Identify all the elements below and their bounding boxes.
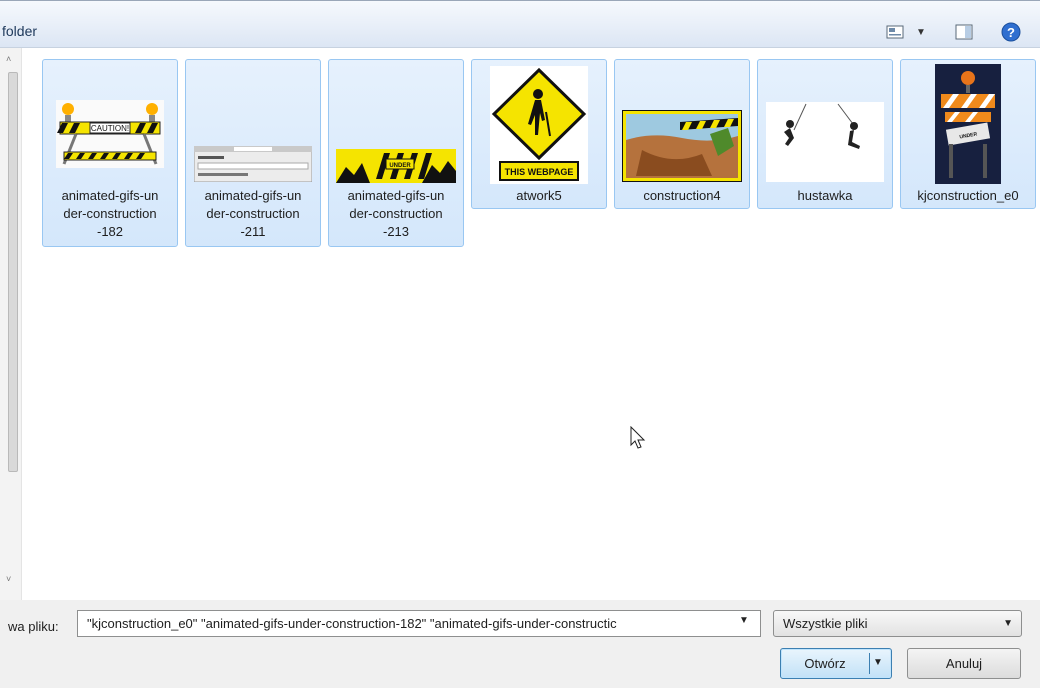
help-icon[interactable]: ?	[1000, 22, 1022, 42]
men-at-work-sign-icon: THIS WEBPAGE	[490, 66, 588, 184]
preview-pane-icon[interactable]	[954, 22, 974, 42]
file-name-line: der-construction	[349, 206, 443, 221]
file-item[interactable]: UNDER animated-gifs-un der-construction …	[328, 59, 464, 247]
svg-text:CAUTION!: CAUTION!	[91, 124, 129, 133]
file-name: animated-gifs-un der-construction -211	[188, 187, 318, 241]
scroll-down-mark: ˅	[6, 574, 12, 584]
file-item[interactable]: hustawka	[757, 59, 893, 209]
dialog-footer: wa pliku: "kjconstruction_e0" "animated-…	[0, 600, 1040, 688]
file-name-line: -182	[96, 224, 124, 239]
file-item[interactable]: CAUTION! animated-gifs-un der-constructi…	[42, 59, 178, 247]
toolbar: folder ▼ ?	[0, 0, 1040, 48]
file-grid: CAUTION! animated-gifs-un der-constructi…	[42, 59, 1040, 599]
svg-text:UNDER: UNDER	[389, 163, 411, 169]
svg-text:?: ?	[1007, 25, 1015, 40]
file-name-line: der-construction	[63, 206, 157, 221]
split-divider	[869, 653, 870, 674]
filename-label: wa pliku:	[8, 619, 59, 634]
chevron-down-icon: ▼	[1003, 618, 1013, 629]
dialog-screenshot-icon	[194, 146, 312, 182]
file-name: kjconstruction_e0	[917, 188, 1019, 203]
open-button[interactable]: Otwórz ▼	[780, 648, 892, 679]
swing-figures-icon	[766, 102, 884, 182]
navigation-pane-edge: ˄ ˅	[0, 48, 22, 600]
file-name: animated-gifs-un der-construction -213	[331, 187, 461, 241]
file-item[interactable]: UNDER kjconstruction_e0	[900, 59, 1036, 209]
file-type-select[interactable]: Wszystkie pliki ▼	[773, 610, 1022, 637]
file-type-value: Wszystkie pliki	[783, 616, 868, 631]
chevron-down-icon[interactable]: ▼	[914, 22, 928, 42]
folder-title: folder	[2, 23, 38, 39]
file-name: animated-gifs-un der-construction -182	[45, 187, 175, 241]
construction-site-icon	[622, 110, 742, 182]
scroll-up-mark: ˄	[6, 54, 12, 64]
caution-barrier-icon: CAUTION!	[56, 100, 164, 168]
file-name-line: animated-gifs-un	[204, 188, 302, 203]
chevron-down-icon[interactable]: ▼	[739, 615, 749, 626]
file-name: hustawka	[797, 188, 853, 203]
file-name-line: animated-gifs-un	[347, 188, 445, 203]
construction-banner-icon: UNDER	[336, 149, 456, 183]
file-item[interactable]: THIS WEBPAGE atwork5	[471, 59, 607, 209]
filename-value: "kjconstruction_e0" "animated-gifs-under…	[87, 616, 617, 631]
file-list-pane[interactable]: ˄ ˅ CAUTION! animated-gifs-un der-constr…	[0, 48, 1040, 600]
file-name-line: der-construction	[206, 206, 300, 221]
file-name-line: animated-gifs-un	[61, 188, 159, 203]
open-button-label: Otwórz	[804, 656, 846, 671]
file-item[interactable]: construction4	[614, 59, 750, 209]
chevron-down-icon[interactable]: ▼	[873, 657, 883, 668]
filename-input[interactable]: "kjconstruction_e0" "animated-gifs-under…	[77, 610, 761, 637]
cancel-button[interactable]: Anuluj	[907, 648, 1021, 679]
construction-barricade-icon: UNDER	[935, 64, 1001, 184]
mouse-cursor-icon	[630, 426, 646, 449]
file-name-line: -213	[382, 224, 410, 239]
svg-text:THIS WEBPAGE: THIS WEBPAGE	[505, 167, 574, 177]
navigation-scrollbar[interactable]	[8, 72, 18, 472]
file-name: construction4	[643, 188, 721, 203]
views-icon[interactable]	[886, 22, 904, 42]
file-name: atwork5	[516, 188, 562, 203]
file-name-line: -211	[240, 224, 266, 239]
file-item[interactable]: animated-gifs-un der-construction -211	[185, 59, 321, 247]
